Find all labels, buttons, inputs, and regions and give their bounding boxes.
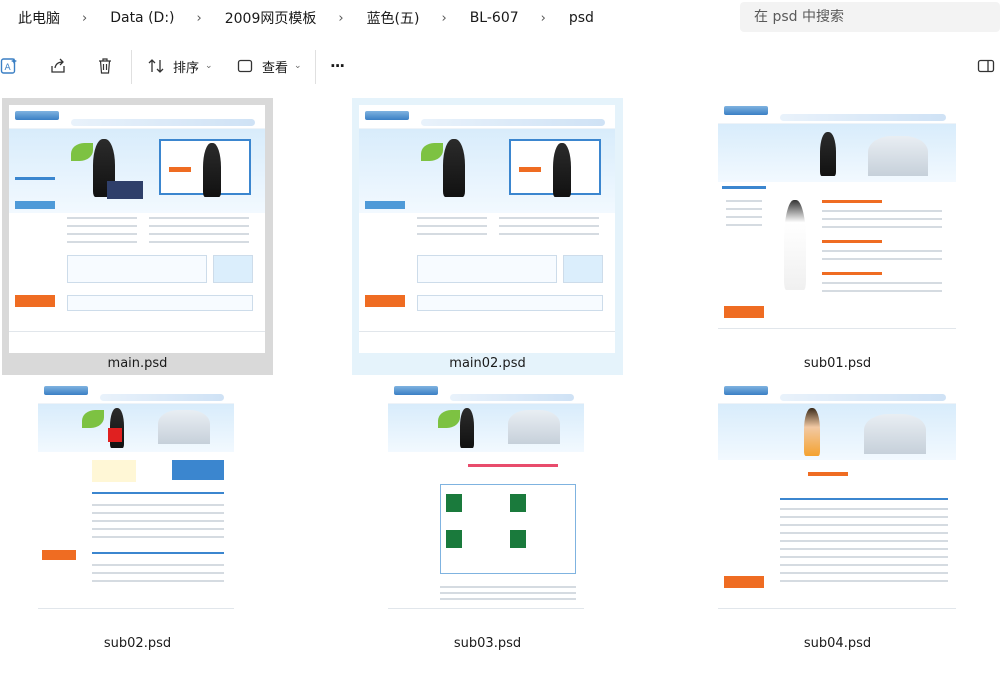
view-icon [237, 59, 253, 73]
breadcrumb[interactable]: 此电脑 › Data (D:) › 2009网页模板 › 蓝色(五) › BL-… [0, 0, 731, 36]
sort-icon [148, 59, 164, 73]
chevron-right-icon[interactable]: › [442, 11, 447, 26]
more-icon: ··· [330, 57, 345, 75]
file-thumbnail [718, 100, 956, 350]
details-pane-icon [977, 59, 995, 73]
file-thumbnail [718, 380, 956, 630]
file-tile-sub01[interactable]: sub01.psd [702, 98, 973, 375]
details-pane-button[interactable] [977, 49, 995, 83]
file-thumbnail [38, 380, 234, 630]
search-input[interactable] [754, 9, 1000, 25]
more-options-button[interactable]: ··· [330, 49, 345, 83]
address-bar: 此电脑 › Data (D:) › 2009网页模板 › 蓝色(五) › BL-… [0, 0, 1002, 38]
chevron-down-icon: ⌄ [294, 61, 302, 71]
file-tile-main[interactable]: main.psd [2, 98, 273, 375]
breadcrumb-item-this-pc[interactable]: 此电脑 [18, 8, 60, 28]
toolbar-divider [315, 50, 316, 84]
breadcrumb-item-data-drive[interactable]: Data (D:) [110, 10, 174, 26]
ai-button[interactable]: A [0, 49, 18, 83]
file-name: sub04.psd [803, 636, 872, 651]
sort-button[interactable]: 排序 ⌄ [147, 49, 213, 83]
file-tile-sub04[interactable]: sub04.psd [702, 378, 973, 655]
toolbar-divider [131, 50, 132, 84]
chevron-right-icon[interactable]: › [541, 11, 546, 26]
file-thumbnail [388, 380, 584, 630]
delete-button[interactable] [96, 49, 114, 83]
file-tile-sub03[interactable]: sub03.psd [352, 378, 623, 655]
file-name: main.psd [107, 356, 168, 371]
chevron-right-icon[interactable]: › [82, 11, 87, 26]
sort-label: 排序 [173, 60, 200, 76]
breadcrumb-item-bl607[interactable]: BL-607 [470, 10, 519, 26]
file-tile-main02[interactable]: main02.psd [352, 98, 623, 375]
command-bar: A 排序 ⌄ 查看 ⌄ ··· [0, 44, 1002, 88]
file-thumbnail [359, 105, 615, 353]
trash-icon [99, 58, 111, 74]
share-button[interactable] [49, 49, 67, 83]
chevron-right-icon[interactable]: › [338, 11, 343, 26]
file-name: sub02.psd [103, 636, 172, 651]
share-icon [51, 58, 65, 73]
breadcrumb-item-blue[interactable]: 蓝色(五) [367, 8, 420, 28]
file-name: sub01.psd [803, 356, 872, 371]
file-name: main02.psd [449, 356, 526, 371]
breadcrumb-item-templates[interactable]: 2009网页模板 [225, 8, 317, 28]
view-button[interactable]: 查看 ⌄ [236, 49, 302, 83]
file-thumbnail [9, 105, 265, 353]
breadcrumb-item-psd[interactable]: psd [569, 10, 594, 26]
view-label: 查看 [262, 60, 289, 76]
chevron-down-icon: ⌄ [205, 61, 213, 71]
search-box[interactable] [740, 2, 1000, 32]
ai-icon: A [0, 58, 17, 74]
file-tile-sub02[interactable]: sub02.psd [2, 378, 273, 655]
chevron-right-icon[interactable]: › [197, 11, 202, 26]
file-name: sub03.psd [453, 636, 522, 651]
svg-text:A: A [5, 63, 12, 73]
